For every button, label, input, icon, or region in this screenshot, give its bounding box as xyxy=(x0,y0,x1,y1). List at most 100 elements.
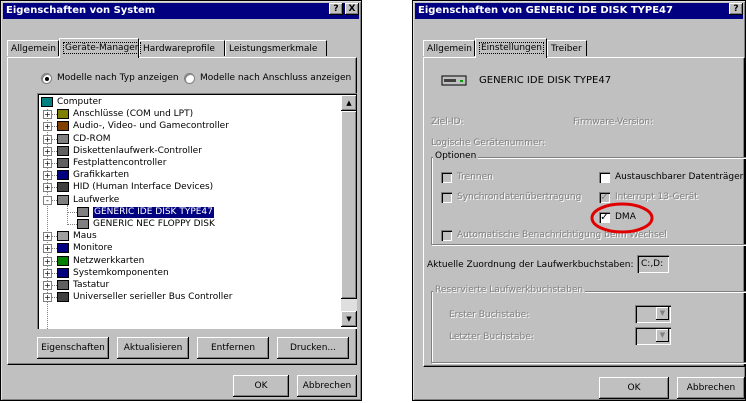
tree-item-label: Monitore xyxy=(73,243,113,254)
tree-item[interactable]: - Laufwerke xyxy=(37,194,337,206)
tab-treiber[interactable]: Treiber xyxy=(547,40,587,56)
device-tree[interactable]: Computer + Anschlüsse (COM und LPT) + Audio-… xyxy=(37,93,357,329)
tree-item-label: Audio-, Video- und Gamecontroller xyxy=(73,121,229,132)
last-letter-select[interactable]: ▼ xyxy=(635,327,671,345)
tree-item-label: Maus xyxy=(73,231,97,242)
current-letters-label: Aktuelle Zuordnung der Laufwerkbuchstabe… xyxy=(427,260,634,270)
dma-highlight-circle xyxy=(590,202,654,234)
tree-item[interactable]: + Maus xyxy=(37,231,337,242)
close-button[interactable]: X xyxy=(345,3,359,15)
print-button[interactable]: Drucken... xyxy=(277,337,349,359)
tree-item[interactable]: + HID (Human Interface Devices) xyxy=(37,182,337,193)
dialog-title: Eigenschaften von System xyxy=(6,5,156,16)
tree-item[interactable]: + Anschlüsse (COM und LPT) xyxy=(37,109,337,120)
disconnect-label: Trennen xyxy=(457,172,493,182)
tab-geraete-manager[interactable]: Geräte-Manager xyxy=(59,38,141,58)
remove-button[interactable]: Entfernen xyxy=(197,337,269,359)
port-icon xyxy=(57,109,69,120)
tree-item[interactable]: + Tastatur xyxy=(37,280,337,291)
disconnect-checkbox[interactable] xyxy=(441,172,452,183)
title-bar: Eigenschaften von GENERIC IDE DISK TYPE4… xyxy=(415,3,743,19)
device-name: GENERIC IDE DISK TYPE47 xyxy=(479,75,612,86)
tab-einstellungen[interactable]: Einstellungen xyxy=(475,38,547,58)
tree-item[interactable]: GENERIC NEC FLOPPY DISK xyxy=(37,219,337,230)
collapse-icon[interactable]: - xyxy=(43,195,52,205)
expand-icon[interactable]: + xyxy=(43,256,52,266)
tree-item-label: HID (Human Interface Devices) xyxy=(73,182,214,193)
first-letter-select[interactable]: ▼ xyxy=(635,305,671,323)
tree-item-label: GENERIC NEC FLOPPY DISK xyxy=(93,219,215,229)
properties-button[interactable]: Eigenschaften xyxy=(37,337,109,359)
network-icon xyxy=(57,255,69,266)
cancel-button[interactable]: Abbrechen xyxy=(297,375,357,397)
drive-icon xyxy=(77,219,89,229)
tree-item[interactable]: + Diskettenlaufwerk-Controller xyxy=(37,145,337,157)
tree-item-label: CD-ROM xyxy=(73,133,111,144)
radio-by-type[interactable] xyxy=(41,73,52,84)
tree-item-label: Universeller serieller Bus Controller xyxy=(73,292,233,303)
scroll-down-arrow[interactable]: ▼ xyxy=(341,311,357,327)
expand-icon[interactable]: + xyxy=(43,293,52,303)
help-button[interactable]: ? xyxy=(729,3,743,15)
help-button[interactable]: ? xyxy=(329,3,343,15)
tree-item[interactable]: + Universeller serieller Bus Controller xyxy=(37,292,337,303)
refresh-button[interactable]: Aktualisieren xyxy=(117,337,189,359)
tree-item[interactable]: + Systemkomponenten xyxy=(37,267,337,279)
expand-icon[interactable]: + xyxy=(43,159,52,168)
drive-icon xyxy=(57,194,69,205)
computer-icon xyxy=(41,97,53,107)
ok-button[interactable]: OK xyxy=(233,375,289,397)
tree-item[interactable]: + Netzwerkkarten xyxy=(37,255,337,267)
first-letter-label: Erster Buchstabe: xyxy=(449,310,530,320)
cancel-button[interactable]: Abbrechen xyxy=(677,377,745,399)
tree-item-label: Anschlüsse (COM und LPT) xyxy=(73,109,194,120)
controller-icon xyxy=(57,145,69,156)
audio-icon xyxy=(57,121,69,132)
monitor-icon xyxy=(57,243,69,254)
drive-icon xyxy=(77,206,89,217)
sync-transfer-checkbox[interactable] xyxy=(441,192,452,203)
auto-notify-checkbox[interactable] xyxy=(441,230,452,241)
scroll-up-arrow[interactable]: ▲ xyxy=(341,95,357,111)
radio-by-connection-label: Modelle nach Anschluss anzeigen xyxy=(200,73,352,83)
expand-icon[interactable]: + xyxy=(43,244,52,254)
scroll-thumb[interactable] xyxy=(341,111,357,299)
radio-by-connection[interactable] xyxy=(184,73,195,84)
tab-hardwareprofile[interactable]: Hardwareprofile xyxy=(139,40,225,56)
expand-icon[interactable]: + xyxy=(43,146,52,156)
usb-icon xyxy=(57,292,69,303)
dropdown-arrow-icon[interactable]: ▼ xyxy=(656,307,669,320)
tree-item[interactable]: GENERIC IDE DISK TYPE47 xyxy=(37,206,337,218)
expand-icon[interactable]: + xyxy=(43,171,52,181)
dropdown-arrow-icon[interactable]: ▼ xyxy=(656,329,669,342)
tree-item-label: Computer xyxy=(57,97,102,107)
tree-item-label: GENERIC IDE DISK TYPE47 xyxy=(93,206,214,218)
tree-item[interactable]: + CD-ROM xyxy=(37,133,337,145)
current-letters-field: C:,D: xyxy=(637,255,669,273)
tree-item[interactable]: + Audio-, Video- und Gamecontroller xyxy=(37,121,337,132)
tab-allgemein[interactable]: Allgemein xyxy=(423,40,475,56)
expand-icon[interactable]: + xyxy=(43,281,52,290)
expand-icon[interactable]: + xyxy=(43,183,52,193)
expand-icon[interactable]: + xyxy=(43,232,52,242)
tree-item[interactable]: + Monitore xyxy=(37,243,337,254)
tree-scrollbar[interactable]: ▲ ▼ xyxy=(341,95,357,327)
dialog-title: Eigenschaften von GENERIC IDE DISK TYPE4… xyxy=(418,5,673,16)
tab-allgemein[interactable]: Allgemein xyxy=(7,40,59,56)
mouse-icon xyxy=(57,231,69,242)
keyboard-icon xyxy=(57,280,69,290)
tree-item[interactable]: + Festplattencontroller xyxy=(37,158,337,169)
firmware-label: Firmware-Version: xyxy=(573,117,654,127)
removable-checkbox[interactable] xyxy=(599,172,610,183)
expand-icon[interactable]: + xyxy=(43,110,52,120)
lun-label: Logische Gerätenummer: xyxy=(431,138,546,148)
sync-transfer-label: Synchrondatenübertragung xyxy=(457,192,582,202)
tree-item-label: Laufwerke xyxy=(73,194,120,205)
ok-button[interactable]: OK xyxy=(599,377,669,399)
tab-leistungsmerkmale[interactable]: Leistungsmerkmale xyxy=(225,40,327,56)
tree-item[interactable]: + Grafikkarten xyxy=(37,170,337,181)
expand-icon[interactable]: + xyxy=(43,268,52,278)
tree-item[interactable]: Computer xyxy=(37,97,337,108)
expand-icon[interactable]: + xyxy=(43,134,52,144)
expand-icon[interactable]: + xyxy=(43,122,52,132)
